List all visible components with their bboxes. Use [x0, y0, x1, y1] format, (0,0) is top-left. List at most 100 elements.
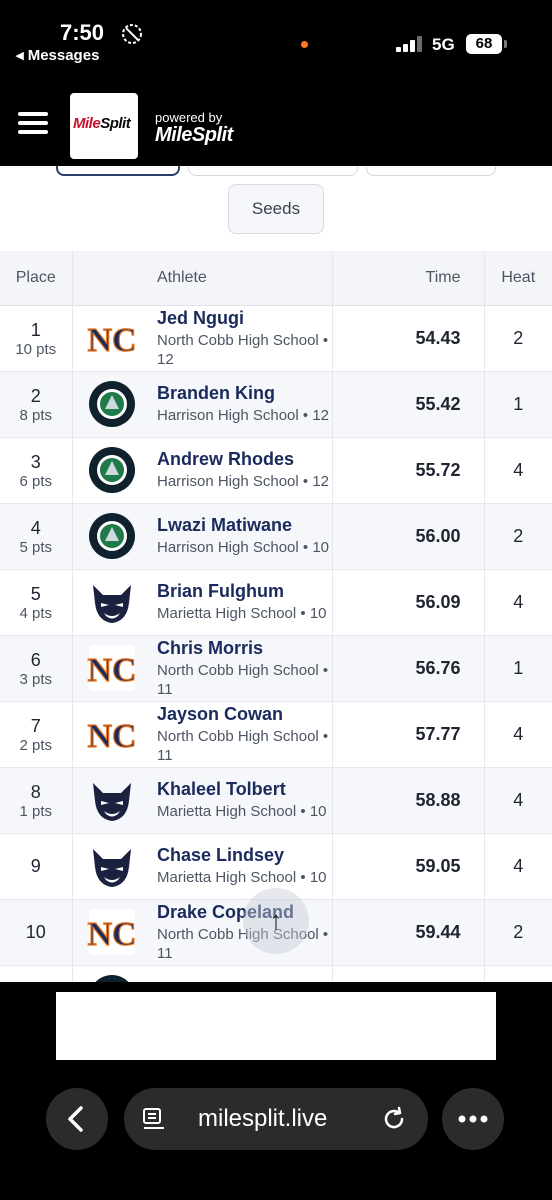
- place-cell: 81 pts: [0, 767, 73, 834]
- logo-cell: NC: [72, 635, 152, 702]
- browser-back-button[interactable]: [46, 1088, 108, 1150]
- marietta-school-logo[interactable]: [87, 775, 137, 825]
- north-cobb-school-logo[interactable]: NC: [87, 709, 137, 759]
- network-type: 5G: [432, 35, 455, 54]
- reader-mode-icon[interactable]: [142, 1108, 166, 1130]
- results-content: Seeds Place Athlete Time Heat 1 10 pts NC J…: [0, 166, 552, 982]
- marietta-school-logo[interactable]: [87, 577, 137, 627]
- harrison-school-logo[interactable]: [87, 511, 137, 561]
- table-row[interactable]: 54 pts Brian Fulghum Marietta High School …: [0, 569, 552, 636]
- column-header-time[interactable]: Time: [332, 251, 485, 306]
- athlete-cell: Jed Ngugi North Cobb High School • 12: [152, 305, 333, 372]
- athlete-name-link[interactable]: Chase Lindsey: [157, 845, 332, 865]
- seeds-button[interactable]: Seeds: [228, 184, 324, 234]
- harrison-school-logo[interactable]: [87, 973, 137, 982]
- battery-icon: 68: [466, 34, 507, 54]
- result-time: 54.43: [415, 327, 461, 348]
- place-cell: 45 pts: [0, 503, 73, 570]
- athlete-cell: Branden King Harrison High School • 12: [152, 371, 333, 438]
- athlete-cell: Khaleel Tolbert Marietta High School • 10: [152, 767, 333, 834]
- ad-banner[interactable]: [56, 992, 496, 1060]
- heat-cell: 2: [484, 899, 552, 966]
- tab-third[interactable]: [366, 166, 496, 176]
- place-number: 3: [30, 451, 41, 472]
- privacy-indicator-dot: [301, 41, 308, 48]
- menu-icon[interactable]: [18, 112, 48, 134]
- heat-cell: 1: [484, 371, 552, 438]
- place-cell: 54 pts: [0, 569, 73, 636]
- heat-number: 2: [513, 327, 524, 348]
- north-cobb-school-logo[interactable]: NC: [87, 907, 137, 957]
- milesplit-brand: MileSplit: [155, 124, 233, 146]
- more-options-button[interactable]: [442, 1088, 504, 1150]
- phone-screen: 7:50 ◂ Messages 5G 68 MileSplit powered …: [0, 0, 552, 1200]
- table-row[interactable]: 72 pts NC Jayson Cowan North Cobb High Scho…: [0, 701, 552, 768]
- result-time: 59.05: [415, 855, 461, 876]
- place-number: 7: [30, 715, 41, 736]
- place-number: 6: [30, 649, 41, 670]
- table-header-row: Place Athlete Time Heat: [0, 251, 552, 306]
- table-row[interactable]: 36 pts Andrew Rhodes Harrison High School …: [0, 437, 552, 504]
- athlete-name-link[interactable]: Chris Morris: [157, 638, 332, 658]
- athlete-name-link[interactable]: Branden King: [157, 383, 332, 403]
- time-cell: 56.09: [332, 569, 485, 636]
- column-header-heat[interactable]: Heat: [484, 251, 552, 306]
- athlete-name-link[interactable]: Khaleel Tolbert: [157, 779, 332, 799]
- column-header-athlete[interactable]: Athlete: [152, 251, 333, 306]
- heat-cell: 4: [484, 767, 552, 834]
- harrison-school-logo[interactable]: [87, 379, 137, 429]
- result-time: 55.42: [415, 393, 461, 414]
- north-cobb-school-logo[interactable]: NC: [87, 643, 137, 693]
- points-label: 8 pts: [19, 406, 53, 424]
- athlete-school: Marietta High School • 10: [157, 605, 327, 622]
- athlete-name-link[interactable]: Jayson Cowan: [157, 704, 332, 724]
- column-header-place[interactable]: Place: [0, 251, 73, 306]
- status-time: 7:50: [60, 20, 105, 45]
- time-cell: 57.77: [332, 701, 485, 768]
- scroll-to-top-button[interactable]: ↑: [243, 888, 309, 954]
- ad-area: [0, 982, 552, 1072]
- table-row[interactable]: 63 pts NC Chris Morris North Cobb High Scho…: [0, 635, 552, 702]
- place-cell: 63 pts: [0, 635, 73, 702]
- athlete-school: North Cobb High School • 11: [157, 661, 329, 698]
- arrow-up-icon: ↑: [269, 905, 283, 935]
- result-time: 56.09: [415, 591, 461, 612]
- table-row[interactable]: 28 pts Branden King Harrison High School •…: [0, 371, 552, 438]
- athlete-name-link[interactable]: Lwazi Matiwane: [157, 515, 332, 535]
- svg-text:NC: NC: [88, 916, 137, 953]
- table-row[interactable]: 45 pts Lwazi Matiwane Harrison High School…: [0, 503, 552, 570]
- logo-cell: [72, 965, 152, 982]
- result-time: 59.44: [415, 921, 461, 942]
- time-cell: 55.42: [332, 371, 485, 438]
- athlete-name-link[interactable]: Brian Fulghum: [157, 581, 332, 601]
- athlete-school: Harrison High School • 12: [157, 473, 330, 490]
- site-logo[interactable]: MileSplit: [70, 93, 138, 159]
- powered-by-label: powered by: [155, 110, 223, 125]
- logo-cell: [72, 767, 152, 834]
- time-cell: 58.88: [332, 767, 485, 834]
- svg-text:NC: NC: [88, 718, 137, 755]
- north-cobb-school-logo[interactable]: NC: [87, 313, 137, 363]
- column-header-logo: [72, 251, 152, 306]
- result-time: 56.00: [415, 525, 461, 546]
- svg-text:NC: NC: [88, 322, 137, 359]
- athlete-name-link[interactable]: Andrew Rhodes: [157, 449, 332, 469]
- tab-second[interactable]: [188, 166, 358, 176]
- time-cell: 56.76: [332, 635, 485, 702]
- place-number: 10: [25, 922, 46, 942]
- place-cell: 9: [0, 833, 73, 900]
- marietta-school-logo[interactable]: [87, 841, 137, 891]
- harrison-school-logo[interactable]: [87, 445, 137, 495]
- table-row[interactable]: Michael Ursetta: [0, 965, 552, 982]
- back-to-messages-link[interactable]: ◂ Messages: [16, 46, 99, 64]
- table-row[interactable]: 1 10 pts NC Jed Ngugi North Cobb High School…: [0, 305, 552, 372]
- logo-cell: [72, 503, 152, 570]
- reload-icon[interactable]: [380, 1105, 408, 1133]
- table-row[interactable]: 81 pts Khaleel Tolbert Marietta High Schoo…: [0, 767, 552, 834]
- focus-mode-icon: [122, 24, 142, 44]
- athlete-name-link[interactable]: Jed Ngugi: [157, 308, 332, 328]
- tab-active[interactable]: [56, 166, 180, 176]
- address-bar[interactable]: milesplit.live: [124, 1088, 428, 1150]
- heat-number: 1: [513, 393, 524, 414]
- heat-number: 2: [513, 525, 524, 546]
